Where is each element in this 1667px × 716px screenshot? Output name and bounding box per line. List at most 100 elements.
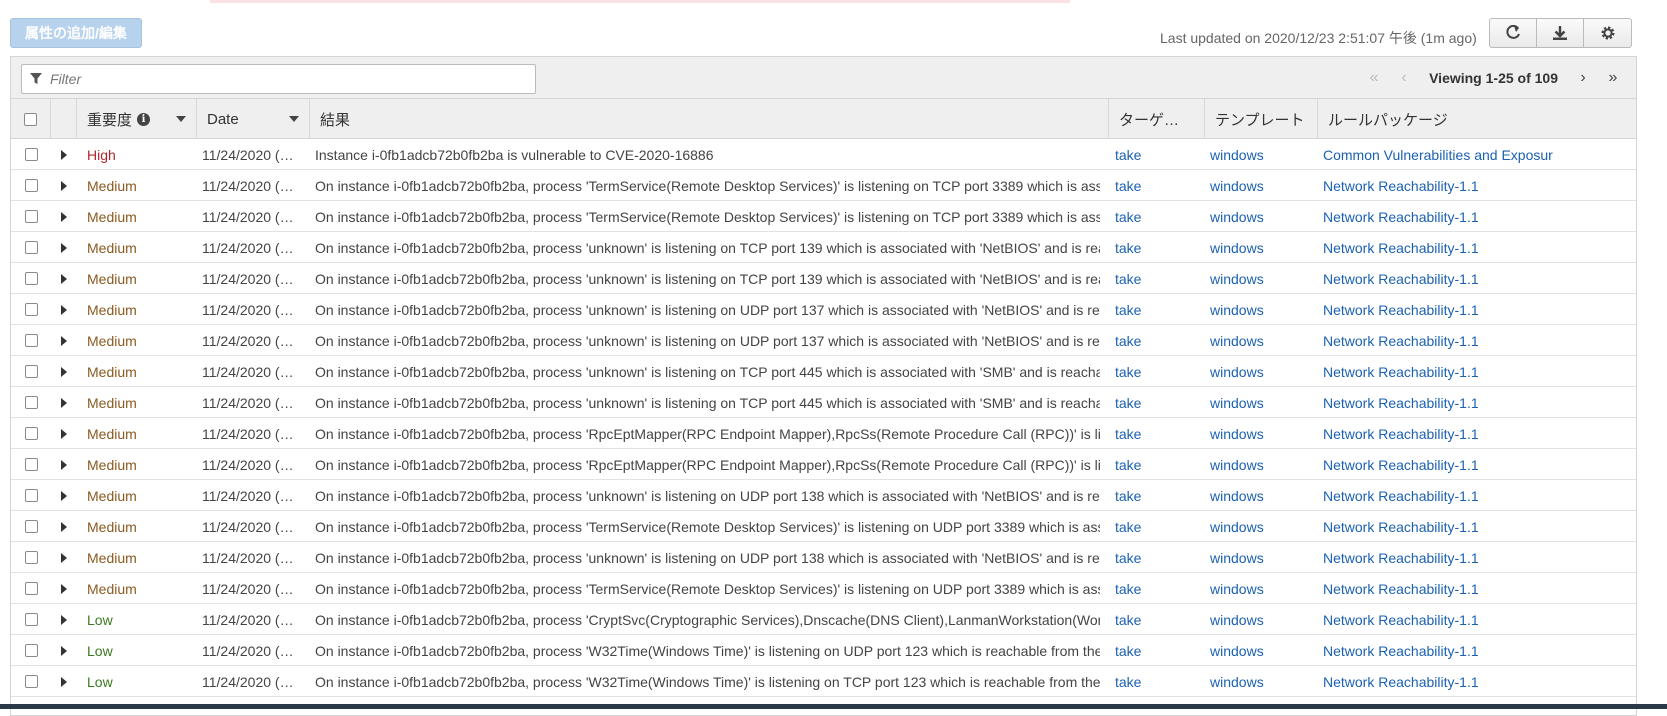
expand-row-icon[interactable]: [61, 459, 67, 470]
select-all-checkbox[interactable]: [24, 112, 37, 126]
row-checkbox[interactable]: [24, 582, 38, 595]
sort-caret-icon[interactable]: [176, 116, 186, 122]
rules-package-link[interactable]: Network Reachability-1.1: [1323, 542, 1638, 573]
target-link[interactable]: take: [1115, 170, 1201, 201]
target-link[interactable]: take: [1115, 418, 1201, 449]
template-link[interactable]: windows: [1210, 511, 1314, 542]
rules-package-link[interactable]: Network Reachability-1.1: [1323, 201, 1638, 232]
row-checkbox[interactable]: [24, 272, 38, 285]
expand-row-icon[interactable]: [61, 304, 67, 315]
expand-row-icon[interactable]: [61, 583, 67, 594]
target-link[interactable]: take: [1115, 666, 1201, 697]
target-link[interactable]: take: [1115, 232, 1201, 263]
rules-package-link[interactable]: Network Reachability-1.1: [1323, 418, 1638, 449]
expand-row-icon[interactable]: [61, 614, 67, 625]
target-link[interactable]: take: [1115, 604, 1201, 635]
template-link[interactable]: windows: [1210, 542, 1314, 573]
target-link[interactable]: take: [1115, 356, 1201, 387]
row-checkbox[interactable]: [24, 334, 38, 347]
template-link[interactable]: windows: [1210, 263, 1314, 294]
target-link[interactable]: take: [1115, 325, 1201, 356]
row-checkbox[interactable]: [24, 179, 38, 192]
target-link[interactable]: take: [1115, 480, 1201, 511]
template-link[interactable]: windows: [1210, 666, 1314, 697]
row-checkbox[interactable]: [24, 520, 38, 533]
last-page-icon[interactable]: »: [1598, 69, 1628, 87]
expand-row-icon[interactable]: [61, 335, 67, 346]
expand-row-icon[interactable]: [61, 149, 67, 160]
table-row[interactable]: Medium 11/24/2020 (… On instance i-0fb1adc…: [11, 418, 1636, 449]
target-link[interactable]: take: [1115, 139, 1201, 170]
template-link[interactable]: windows: [1210, 139, 1314, 170]
expand-row-icon[interactable]: [61, 397, 67, 408]
filter-box[interactable]: [21, 64, 536, 94]
table-row[interactable]: Medium 11/24/2020 (… On instance i-0fb1adc…: [11, 232, 1636, 263]
row-checkbox[interactable]: [24, 303, 38, 316]
target-link[interactable]: take: [1115, 201, 1201, 232]
template-link[interactable]: windows: [1210, 325, 1314, 356]
target-link[interactable]: take: [1115, 387, 1201, 418]
expand-row-icon[interactable]: [61, 490, 67, 501]
rules-package-link[interactable]: Network Reachability-1.1: [1323, 480, 1638, 511]
row-checkbox[interactable]: [24, 148, 38, 161]
rules-package-link[interactable]: Network Reachability-1.1: [1323, 511, 1638, 542]
prev-page-icon[interactable]: ‹: [1389, 69, 1419, 87]
target-link[interactable]: take: [1115, 511, 1201, 542]
table-row[interactable]: Medium 11/24/2020 (… On instance i-0fb1adc…: [11, 387, 1636, 418]
template-link[interactable]: windows: [1210, 418, 1314, 449]
expand-row-icon[interactable]: [61, 180, 67, 191]
filter-input[interactable]: [48, 70, 528, 88]
rules-package-link[interactable]: Network Reachability-1.1: [1323, 604, 1638, 635]
table-row[interactable]: Medium 11/24/2020 (… On instance i-0fb1adc…: [11, 449, 1636, 480]
expand-row-icon[interactable]: [61, 273, 67, 284]
expand-row-icon[interactable]: [61, 211, 67, 222]
target-link[interactable]: take: [1115, 263, 1201, 294]
row-checkbox[interactable]: [24, 458, 38, 471]
column-header-target[interactable]: ターゲ…: [1109, 99, 1205, 139]
template-link[interactable]: windows: [1210, 201, 1314, 232]
column-header-template[interactable]: テンプレート: [1205, 99, 1318, 139]
rules-package-link[interactable]: Network Reachability-1.1: [1323, 170, 1638, 201]
column-header-severity[interactable]: 重要度 i: [77, 99, 197, 139]
info-icon[interactable]: i: [137, 112, 151, 126]
column-header-rules[interactable]: ルールパッケージ: [1318, 99, 1638, 139]
rules-package-link[interactable]: Network Reachability-1.1: [1323, 263, 1638, 294]
row-checkbox[interactable]: [24, 427, 38, 440]
table-row[interactable]: Medium 11/24/2020 (… On instance i-0fb1adc…: [11, 263, 1636, 294]
first-page-icon[interactable]: «: [1359, 69, 1389, 87]
table-row[interactable]: Low 11/24/2020 (… On instance i-0fb1adcb72…: [11, 604, 1636, 635]
row-checkbox[interactable]: [24, 551, 38, 564]
sort-caret-icon[interactable]: [289, 116, 299, 122]
table-row[interactable]: Medium 11/24/2020 (… On instance i-0fb1adc…: [11, 325, 1636, 356]
target-link[interactable]: take: [1115, 294, 1201, 325]
row-checkbox[interactable]: [24, 644, 38, 657]
rules-package-link[interactable]: Network Reachability-1.1: [1323, 356, 1638, 387]
target-link[interactable]: take: [1115, 635, 1201, 666]
template-link[interactable]: windows: [1210, 170, 1314, 201]
expand-row-icon[interactable]: [61, 645, 67, 656]
table-row[interactable]: Low 11/24/2020 (… On instance i-0fb1adcb72…: [11, 666, 1636, 697]
template-link[interactable]: windows: [1210, 294, 1314, 325]
row-checkbox[interactable]: [24, 210, 38, 223]
expand-row-icon[interactable]: [61, 428, 67, 439]
row-checkbox[interactable]: [24, 613, 38, 626]
target-link[interactable]: take: [1115, 542, 1201, 573]
rules-package-link[interactable]: Network Reachability-1.1: [1323, 387, 1638, 418]
table-row[interactable]: Medium 11/24/2020 (… On instance i-0fb1adc…: [11, 573, 1636, 604]
rules-package-link[interactable]: Network Reachability-1.1: [1323, 294, 1638, 325]
next-page-icon[interactable]: ›: [1568, 69, 1598, 87]
add-edit-attributes-button[interactable]: 属性の追加/編集: [10, 18, 142, 48]
rules-package-link[interactable]: Network Reachability-1.1: [1323, 449, 1638, 480]
row-checkbox[interactable]: [24, 675, 38, 688]
rules-package-link[interactable]: Common Vulnerabilities and Exposur: [1323, 139, 1638, 170]
target-link[interactable]: take: [1115, 449, 1201, 480]
table-row[interactable]: Medium 11/24/2020 (… On instance i-0fb1adc…: [11, 294, 1636, 325]
settings-button[interactable]: [1584, 19, 1631, 47]
template-link[interactable]: windows: [1210, 356, 1314, 387]
table-row[interactable]: Medium 11/24/2020 (… On instance i-0fb1adc…: [11, 170, 1636, 201]
row-checkbox[interactable]: [24, 241, 38, 254]
rules-package-link[interactable]: Network Reachability-1.1: [1323, 635, 1638, 666]
template-link[interactable]: windows: [1210, 635, 1314, 666]
column-header-result[interactable]: 結果: [310, 99, 1109, 139]
rules-package-link[interactable]: Network Reachability-1.1: [1323, 666, 1638, 697]
